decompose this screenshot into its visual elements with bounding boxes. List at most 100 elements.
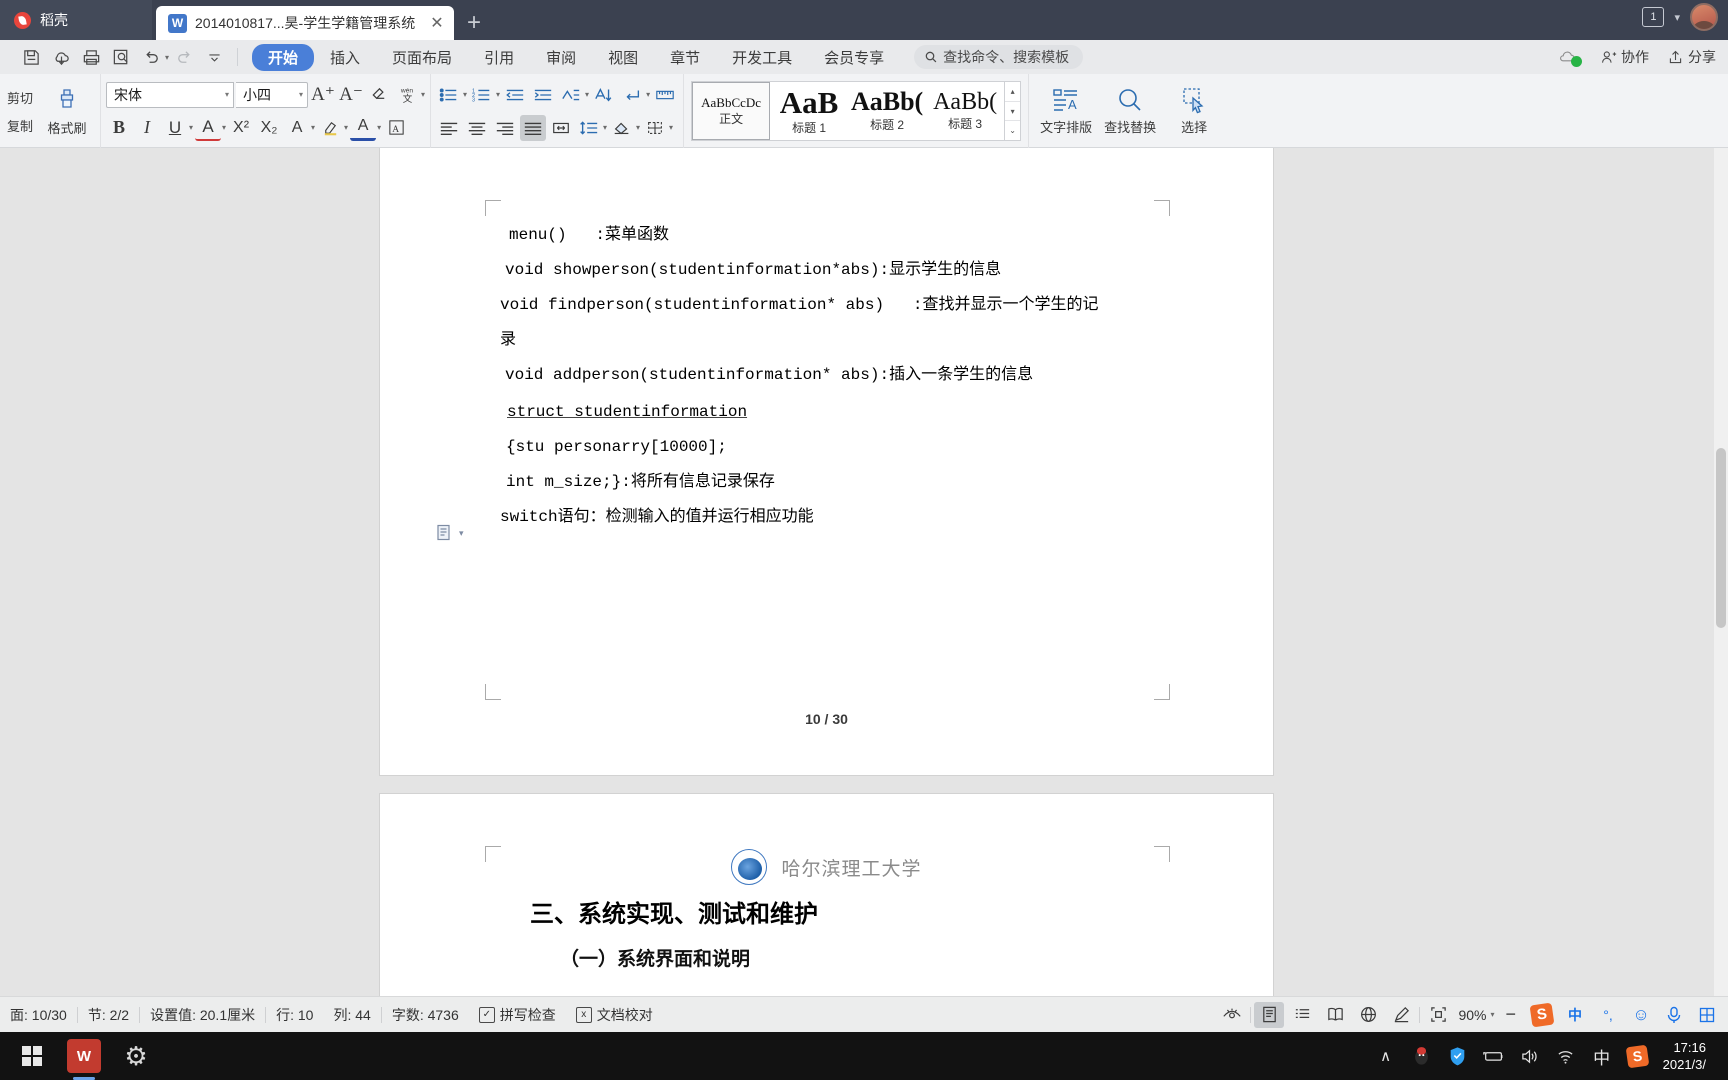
shading-button[interactable] [609,115,635,141]
char-border-caret-icon[interactable]: ▾ [311,123,315,132]
tab-member-exclusive[interactable]: 会员专享 [808,44,900,71]
customize-quick-access-icon[interactable] [199,44,229,70]
start-button[interactable] [6,1032,58,1080]
share-button[interactable]: 分享 [1661,47,1722,67]
tab-insert[interactable]: 插入 [314,44,376,71]
strikethrough-button[interactable]: A [195,115,222,141]
highlight-button[interactable] [317,115,343,141]
cut-button[interactable]: 剪切 [7,88,39,107]
tab-developer-tools[interactable]: 开发工具 [716,44,808,71]
status-section[interactable]: 节: 2/2 [78,1005,139,1025]
sogou-status-icon[interactable]: S [1527,1002,1557,1028]
redo-icon[interactable] [169,44,199,70]
avatar[interactable] [1690,3,1718,31]
qq-tray-icon[interactable] [1405,1032,1439,1080]
strikethrough-caret-icon[interactable]: ▾ [222,123,226,132]
paragraph-object-handle[interactable]: ▾ [435,523,464,543]
show-hidden-icons[interactable]: ∧ [1369,1032,1403,1080]
line-spacing-caret-icon[interactable]: ▾ [603,123,607,132]
bullet-list-button[interactable] [436,82,462,108]
new-tab-button[interactable]: + [454,6,494,40]
punctuation-icon[interactable]: °, [1593,1002,1623,1028]
align-left-button[interactable] [436,115,462,141]
reading-view-icon[interactable] [1320,1002,1350,1028]
zoom-level[interactable]: 90% [1456,1007,1488,1023]
zoom-caret-icon[interactable]: ▾ [1490,1010,1494,1019]
clear-format-button[interactable] [366,82,392,108]
font-color-button[interactable]: A [350,115,377,141]
wifi-icon[interactable] [1549,1032,1583,1080]
align-center-button[interactable] [464,115,490,141]
format-painter-button[interactable]: 格式刷 [39,86,95,137]
align-right-button[interactable] [492,115,518,141]
save-icon[interactable] [16,44,46,70]
pinyin-guide-button[interactable]: wén 文 [394,82,420,108]
tab-start[interactable]: 开始 [252,43,315,71]
wps-taskbar-button[interactable]: W [58,1032,110,1080]
char-shading-button[interactable]: A [383,115,409,141]
toolbox-icon[interactable] [1692,1002,1722,1028]
fit-page-icon[interactable] [1423,1002,1453,1028]
copy-button[interactable]: 复制 [7,116,39,135]
eye-protection-icon[interactable] [1217,1002,1247,1028]
bullet-caret-icon[interactable]: ▾ [463,90,467,99]
search-replace-button[interactable]: 查找替换 [1098,79,1162,143]
subscript-button[interactable]: X₂ [256,115,282,141]
sort-button[interactable] [591,82,617,108]
font-size-select[interactable]: 小四 ▾ [236,81,308,108]
status-column[interactable]: 列: 44 [323,1005,380,1025]
more-styles-icon[interactable]: ⌄ [1005,121,1020,140]
status-setting-value[interactable]: 设置值: 20.1厘米 [140,1005,265,1025]
align-justify-button[interactable] [520,114,547,141]
vertical-scrollbar[interactable] [1714,148,1728,996]
print-preview-icon[interactable] [106,44,136,70]
font-family-select[interactable]: 宋体 ▾ [106,81,234,108]
underline-caret-icon[interactable]: ▾ [189,123,193,132]
settings-taskbar-button[interactable]: ⚙ [110,1032,162,1080]
document-page-11[interactable]: 哈尔滨理工大学 三、系统实现、测试和维护 （一）系统界面和说明 [380,794,1273,996]
ink-write-icon[interactable] [1386,1002,1416,1028]
multilevel-caret-icon[interactable]: ▾ [585,90,589,99]
tab-view[interactable]: 视图 [592,44,654,71]
style-heading-1[interactable]: AaB 标题 1 [770,82,848,140]
collaborate-button[interactable]: 协作 [1594,47,1655,67]
numbering-caret-icon[interactable]: ▾ [496,90,500,99]
print-icon[interactable] [76,44,106,70]
page-text-body[interactable]: menu() :菜单函数 void showperson(studentinfo… [500,218,1173,535]
tab-references[interactable]: 引用 [468,44,530,71]
emoji-icon[interactable]: ☺ [1626,1002,1656,1028]
battery-icon[interactable] [1477,1032,1511,1080]
distribute-button[interactable] [548,115,574,141]
daoke-app-tab[interactable]: 稻壳 [0,0,152,40]
superscript-button[interactable]: X² [228,115,254,141]
document-tab[interactable]: W 2014010817...昊-学生学籍管理系统 ✕ [156,6,454,40]
outline-view-icon[interactable] [1287,1002,1317,1028]
ime-icon[interactable]: 中 [1585,1032,1619,1080]
tab-page-layout[interactable]: 页面布局 [376,44,468,71]
style-heading-3[interactable]: AaBb( 标题 3 [926,82,1004,140]
italic-button[interactable]: I [134,115,160,141]
increase-indent-button[interactable] [530,82,556,108]
scroll-down-icon[interactable]: ▾ [1005,102,1021,122]
font-color-caret-icon[interactable]: ▾ [377,123,381,132]
microphone-icon[interactable] [1659,1002,1689,1028]
numbered-list-button[interactable]: 1 2 3 [469,82,495,108]
grow-font-button[interactable]: A⁺ [310,82,336,108]
highlight-caret-icon[interactable]: ▾ [344,123,348,132]
tab-review[interactable]: 审阅 [530,44,592,71]
command-search-box[interactable]: 查找命令、搜索模板 [914,45,1084,69]
show-marks-button[interactable] [619,82,645,108]
scrollbar-thumb[interactable] [1716,448,1726,628]
char-border-button[interactable]: A [284,115,310,141]
sogou-icon[interactable]: S [1621,1032,1655,1080]
borders-button[interactable] [642,115,668,141]
status-word-count[interactable]: 字数: 4736 [382,1005,469,1025]
style-normal[interactable]: AaBbCcDc 正文 [692,82,771,140]
close-icon[interactable]: ✕ [428,14,446,32]
web-view-icon[interactable] [1353,1002,1383,1028]
status-row[interactable]: 行: 10 [266,1005,323,1025]
decrease-indent-button[interactable] [502,82,528,108]
tencent-security-icon[interactable] [1441,1032,1475,1080]
window-count-badge[interactable]: 1 [1642,7,1665,27]
shading-caret-icon[interactable]: ▾ [636,123,640,132]
